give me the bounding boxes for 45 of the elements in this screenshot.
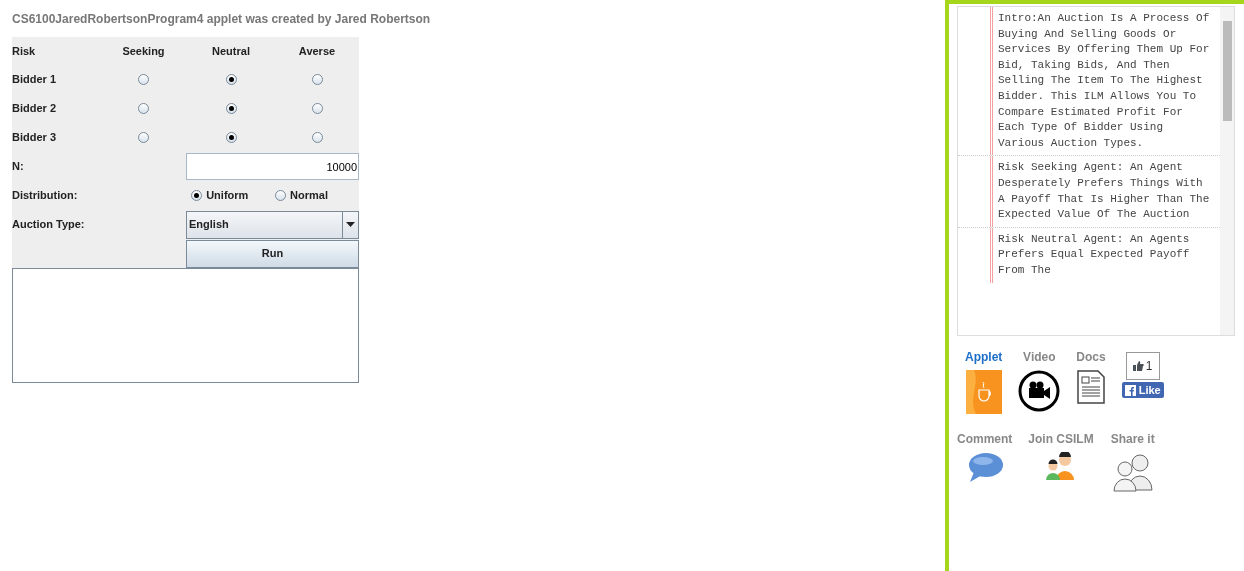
document-icon (1077, 370, 1105, 404)
radio-button[interactable] (275, 190, 287, 201)
scrollbar[interactable] (1220, 7, 1234, 335)
sidebar-link[interactable]: Comment (957, 430, 1013, 484)
doc-text: Intro:An Auction Is A Process Of Buying And Selling Goods Or Services By Offering Them Up For Bid, Taking Bids, And Then Selling The Item To The Highest Bidder. This ILM Allows You To Compare Estimated Profit For Each Type Of Bidder Using Various Auction Types. (997, 11, 1211, 151)
column-header: Averse (298, 43, 336, 59)
radio-button[interactable] (311, 103, 323, 114)
facebook-icon (1124, 384, 1136, 396)
radio-button[interactable] (225, 132, 237, 143)
radio-button[interactable] (311, 74, 323, 85)
sidebar-link[interactable]: Join CSILM (1028, 430, 1094, 480)
run-button[interactable]: Run (186, 239, 359, 268)
doc-text: Risk Neutral Agent: An Agents Prefers Equal Expected Payoff From The (997, 231, 1191, 278)
row-label: Bidder 1 (12, 72, 57, 88)
sidebar-link[interactable]: Share it (1109, 430, 1156, 492)
row-label: Bidder 2 (12, 101, 57, 117)
row-label: Bidder 3 (12, 130, 57, 146)
radio-option[interactable]: Normal (275, 187, 359, 204)
radio-button[interactable] (138, 132, 149, 143)
radio-button[interactable] (225, 74, 237, 85)
radio-button[interactable] (138, 74, 149, 85)
doc-text: Risk Seeking Agent: An Agent Desperately Prefers Things With A Payoff That Is Higher Than The Expected Value Of The Auction (997, 160, 1211, 223)
n-input-field[interactable]: 10000 (186, 153, 359, 180)
thumbs-up-icon (1132, 361, 1144, 371)
sidebar-link[interactable]: Applet (965, 348, 1003, 414)
column-header: Seeking (122, 43, 165, 59)
cup-icon (965, 370, 1002, 414)
sidebar-link[interactable]: Docs (1076, 348, 1106, 404)
like-button[interactable]: Like (1121, 382, 1164, 398)
caret-icon (346, 222, 355, 227)
radio-button[interactable] (138, 103, 149, 114)
radio-button[interactable] (225, 103, 237, 114)
radio-button[interactable] (191, 190, 203, 201)
field-label: Distribution: (12, 188, 79, 204)
video-camera-icon (1018, 370, 1061, 412)
like-count: 1 (1125, 352, 1160, 380)
field-label: N: (12, 159, 25, 175)
sidebar-link[interactable]: Video (1018, 348, 1061, 412)
field-label: Auction Type: (12, 217, 86, 233)
radio-button[interactable] (311, 132, 323, 143)
row-label: Risk (12, 43, 37, 59)
auction-type-dropdown[interactable]: English (186, 210, 359, 239)
column-header: Neutral (212, 43, 250, 59)
page-title: CS6100JaredRobertsonProgram4 applet was created by Jared Robertson (12, 11, 432, 28)
radio-option[interactable]: Uniform (191, 187, 276, 204)
